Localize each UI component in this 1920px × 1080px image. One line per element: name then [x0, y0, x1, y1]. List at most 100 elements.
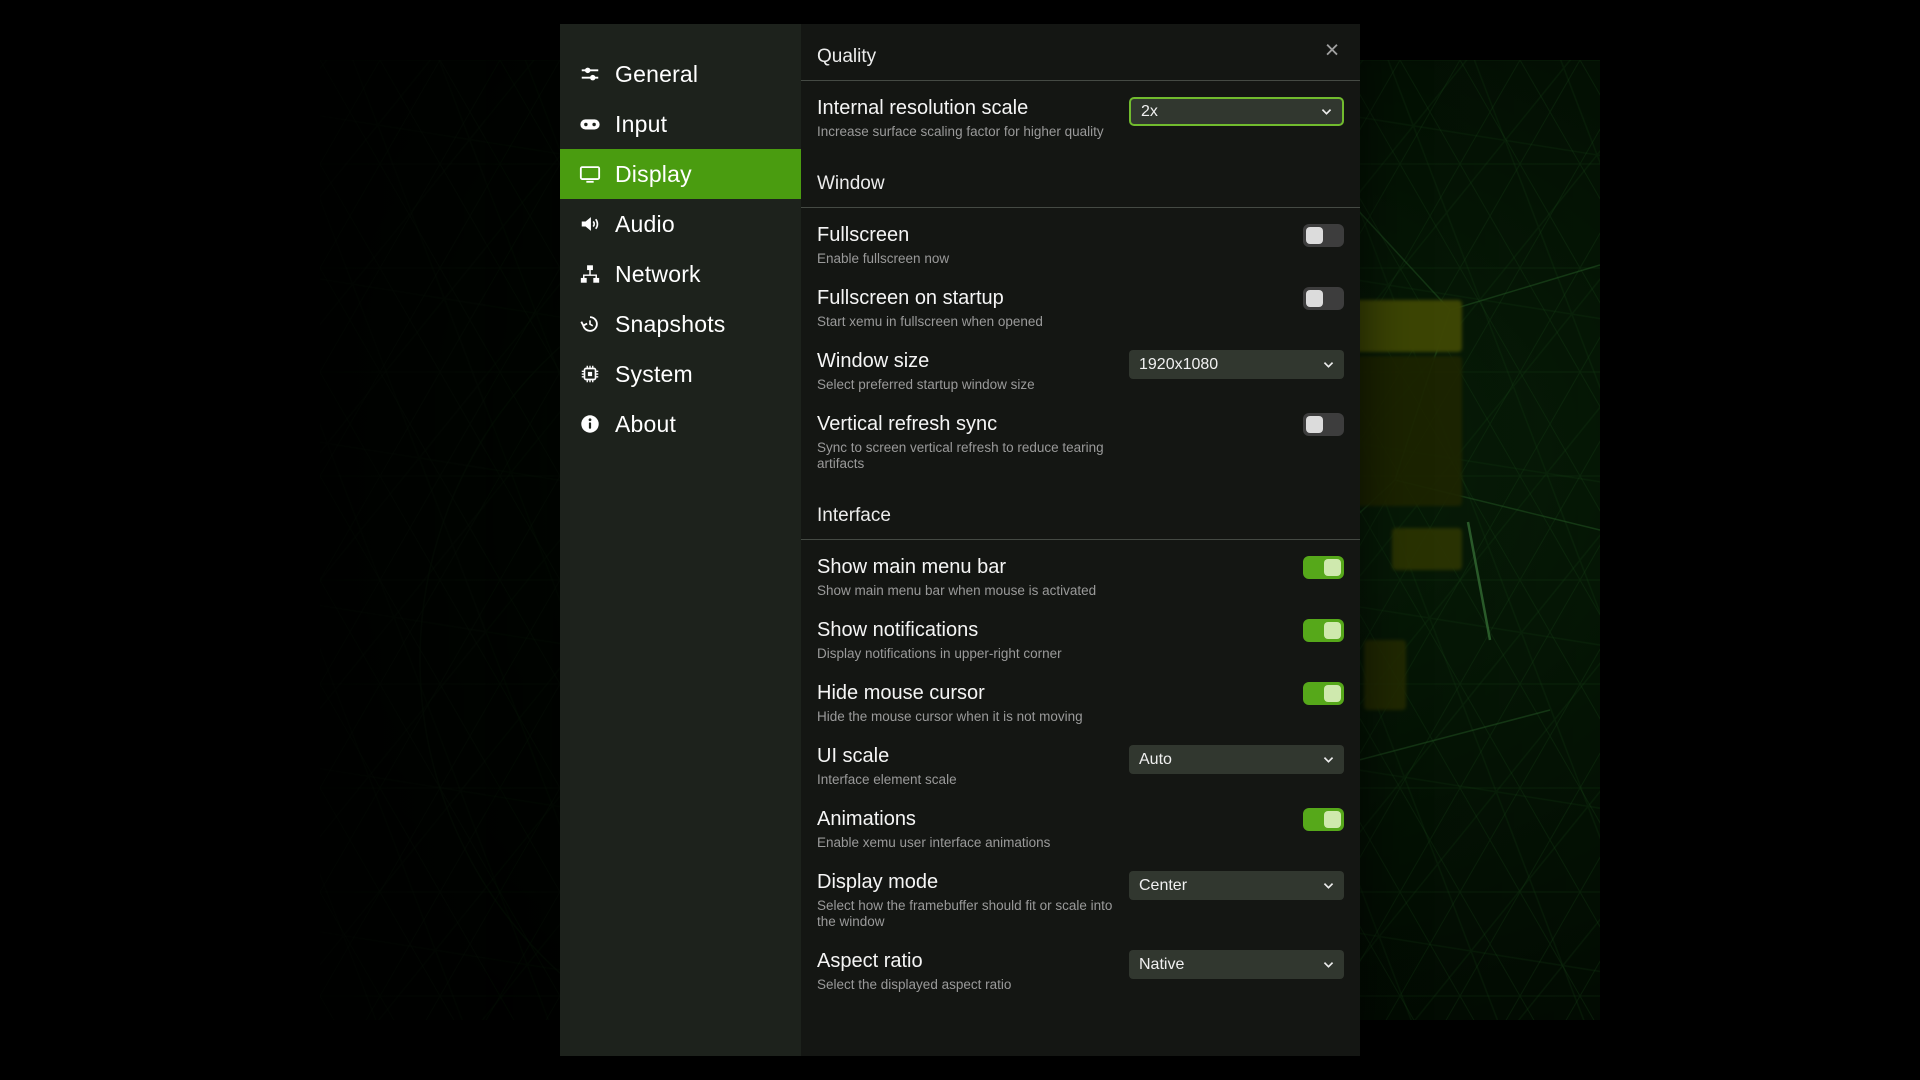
setting-label: Fullscreen [817, 224, 949, 247]
setting-text: Aspect ratio Select the displayed aspect … [817, 950, 1011, 993]
select-value: Native [1139, 956, 1184, 974]
setting-label: Aspect ratio [817, 950, 1011, 973]
chevron-down-icon [1321, 752, 1336, 767]
display-mode-select[interactable]: Center [1129, 871, 1344, 900]
setting-description: Display notifications in upper-right cor… [817, 646, 1062, 662]
setting-row: Show main menu barShow main menu bar whe… [817, 543, 1344, 606]
setting-text: Animations Enable xemu user interface ani… [817, 808, 1050, 851]
setting-control [1129, 619, 1344, 642]
setting-row: Animations Enable xemu user interface ani… [817, 795, 1344, 858]
sidebar-item-label: About [615, 411, 676, 438]
aspect-ratio-select[interactable]: Native [1129, 950, 1344, 979]
window-size-select[interactable]: 1920x1080 [1129, 350, 1344, 379]
toggle-knob [1306, 416, 1323, 433]
setting-text: Fullscreen Enable fullscreen now [817, 224, 949, 267]
setting-description: Start xemu in fullscreen when opened [817, 314, 1043, 330]
setting-description: Sync to screen vertical refresh to reduc… [817, 440, 1129, 472]
select-value: 2x [1141, 103, 1158, 121]
sidebar-item-label: System [615, 361, 693, 388]
select-value: Auto [1139, 751, 1172, 769]
sidebar-item-network[interactable]: Network [560, 249, 801, 299]
setting-text: Show main menu barShow main menu bar whe… [817, 556, 1096, 599]
history-icon [578, 312, 602, 336]
setting-text: Hide mouse cursorHide the mouse cursor w… [817, 682, 1083, 725]
sidebar-item-about[interactable]: About [560, 399, 801, 449]
settings-panel: × QualityInternal resolution scaleIncrea… [801, 24, 1360, 1056]
sidebar-item-input[interactable]: Input [560, 99, 801, 149]
sidebar-item-label: Network [615, 261, 701, 288]
setting-control [1129, 287, 1344, 310]
sidebar-item-label: Snapshots [615, 311, 726, 338]
setting-text: Show notifications Display notifications … [817, 619, 1062, 662]
hide-mouse-cursor-toggle[interactable] [1303, 682, 1344, 705]
vertical-refresh-sync-toggle[interactable] [1303, 413, 1344, 436]
internal-resolution-scale-select[interactable]: 2x [1129, 97, 1344, 126]
sidebar-item-snapshots[interactable]: Snapshots [560, 299, 801, 349]
setting-text: Fullscreen on startupStart xemu in fulls… [817, 287, 1043, 330]
setting-control: Center [1129, 871, 1344, 900]
setting-row: Window sizeSelect preferred startup wind… [817, 337, 1344, 400]
chevron-down-icon [1321, 878, 1336, 893]
sidebar-item-label: Audio [615, 211, 675, 238]
toggle-knob [1324, 811, 1341, 828]
ui-scale-select[interactable]: Auto [1129, 745, 1344, 774]
setting-row: Fullscreen on startupStart xemu in fulls… [817, 274, 1344, 337]
setting-row: Vertical refresh syncSync to screen vert… [817, 400, 1344, 479]
setting-text: Internal resolution scaleIncrease surfac… [817, 97, 1104, 140]
setting-label: Animations [817, 808, 1050, 831]
chevron-down-icon [1321, 357, 1336, 372]
section-rows: Show main menu barShow main menu bar whe… [801, 540, 1360, 1005]
setting-description: Increase surface scaling factor for high… [817, 124, 1104, 140]
section-title-window: Window [801, 152, 1360, 208]
setting-label: Display mode [817, 871, 1129, 894]
select-value: Center [1139, 877, 1187, 895]
setting-control: 1920x1080 [1129, 350, 1344, 379]
toggle-knob [1324, 559, 1341, 576]
fullscreen-on-startup-toggle[interactable] [1303, 287, 1344, 310]
close-button[interactable]: × [1318, 36, 1346, 64]
setting-description: Hide the mouse cursor when it is not mov… [817, 709, 1083, 725]
chevron-down-icon [1321, 957, 1336, 972]
setting-text: Vertical refresh syncSync to screen vert… [817, 413, 1129, 472]
show-notifications-toggle[interactable] [1303, 619, 1344, 642]
monitor-icon [578, 162, 602, 186]
setting-row: UI scale Interface element scale Auto [817, 732, 1344, 795]
chevron-down-icon [1319, 104, 1334, 119]
section-title-interface: Interface [801, 484, 1360, 540]
setting-control [1129, 413, 1344, 436]
sidebar-item-display[interactable]: Display [560, 149, 801, 199]
setting-row: Show notifications Display notifications … [817, 606, 1344, 669]
setting-description: Interface element scale [817, 772, 957, 788]
setting-control [1129, 808, 1344, 831]
info-icon [578, 412, 602, 436]
animations-toggle[interactable] [1303, 808, 1344, 831]
setting-control [1129, 556, 1344, 579]
setting-row: Internal resolution scaleIncrease surfac… [817, 84, 1344, 147]
setting-description: Enable xemu user interface animations [817, 835, 1050, 851]
setting-row: Hide mouse cursorHide the mouse cursor w… [817, 669, 1344, 732]
sidebar-item-system[interactable]: System [560, 349, 801, 399]
sidebar-item-general[interactable]: General [560, 49, 801, 99]
setting-label: Show notifications [817, 619, 1062, 642]
sidebar-item-audio[interactable]: Audio [560, 199, 801, 249]
setting-label: Window size [817, 350, 1035, 373]
setting-description: Select how the framebuffer should fit or… [817, 898, 1129, 930]
setting-label: UI scale [817, 745, 957, 768]
chip-icon [578, 362, 602, 386]
sidebar-item-label: Display [615, 161, 692, 188]
setting-row: Aspect ratio Select the displayed aspect … [817, 937, 1344, 1000]
settings-sidebar: GeneralInput Display Audio Network Snapshots… [560, 24, 801, 1056]
toggle-knob [1306, 227, 1323, 244]
setting-description: Enable fullscreen now [817, 251, 949, 267]
select-value: 1920x1080 [1139, 356, 1218, 374]
setting-control [1129, 682, 1344, 705]
setting-control: Native [1129, 950, 1344, 979]
setting-control: Auto [1129, 745, 1344, 774]
gamepad-icon [578, 112, 602, 136]
setting-row: Display mode Select how the framebuffer s… [817, 858, 1344, 937]
show-main-menu-bar-toggle[interactable] [1303, 556, 1344, 579]
fullscreen-toggle[interactable] [1303, 224, 1344, 247]
setting-description: Select the displayed aspect ratio [817, 977, 1011, 993]
setting-text: UI scale Interface element scale [817, 745, 957, 788]
toggle-knob [1324, 685, 1341, 702]
